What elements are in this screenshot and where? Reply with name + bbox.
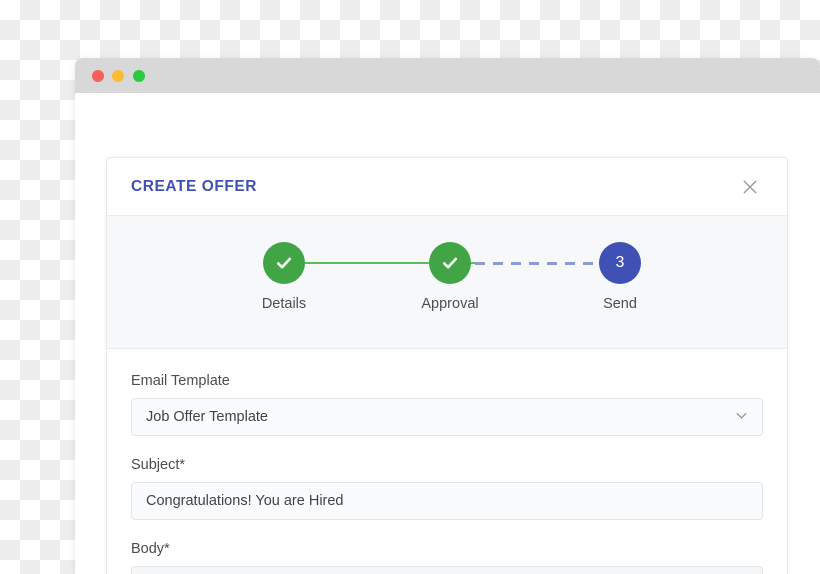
page-title: CREATE OFFER bbox=[131, 177, 258, 195]
minimize-window-button[interactable] bbox=[112, 70, 124, 82]
body-label: Body* bbox=[131, 541, 170, 557]
modal-header: CREATE OFFER bbox=[107, 158, 787, 216]
email-template-value: Job Offer Template bbox=[146, 409, 268, 425]
step-number-label: 3 bbox=[615, 254, 625, 271]
stepper-step-send[interactable]: 3 Send bbox=[574, 242, 666, 312]
body-field: Body* bbox=[131, 541, 763, 574]
rich-text-toolbar: Source 12 B bbox=[131, 566, 763, 574]
stepper-step-label: Details bbox=[261, 296, 307, 312]
browser-content: CREATE OFFER Details Approval 3 Send Ema… bbox=[75, 93, 820, 574]
create-offer-modal: CREATE OFFER Details Approval 3 Send Ema… bbox=[106, 157, 788, 574]
progress-stepper: Details Approval 3 Send bbox=[107, 216, 787, 349]
email-template-field: Email Template Job Offer Template bbox=[131, 373, 763, 436]
email-template-label: Email Template bbox=[131, 373, 230, 389]
step-status-check-icon bbox=[429, 242, 471, 284]
email-template-select[interactable]: Job Offer Template bbox=[131, 398, 763, 436]
stepper-step-label: Send bbox=[603, 296, 637, 312]
stepper-step-approval[interactable]: Approval bbox=[404, 242, 496, 312]
subject-value: Congratulations! You are Hired bbox=[146, 493, 344, 509]
browser-titlebar bbox=[75, 58, 820, 93]
subject-label: Subject* bbox=[131, 457, 186, 473]
step-status-check-icon bbox=[263, 242, 305, 284]
subject-field: Subject* Congratulations! You are Hired bbox=[131, 457, 763, 520]
stepper-step-label: Approval bbox=[421, 296, 479, 312]
maximize-window-button[interactable] bbox=[133, 70, 145, 82]
close-window-button[interactable] bbox=[92, 70, 104, 82]
step-status-number: 3 bbox=[599, 242, 641, 284]
browser-window: CREATE OFFER Details Approval 3 Send Ema… bbox=[75, 58, 820, 574]
close-icon[interactable] bbox=[738, 175, 762, 199]
subject-input[interactable]: Congratulations! You are Hired bbox=[131, 482, 763, 520]
stepper-step-details[interactable]: Details bbox=[238, 242, 330, 312]
chevron-down-icon bbox=[735, 409, 748, 426]
offer-form: Email Template Job Offer Template Subjec… bbox=[107, 349, 787, 574]
